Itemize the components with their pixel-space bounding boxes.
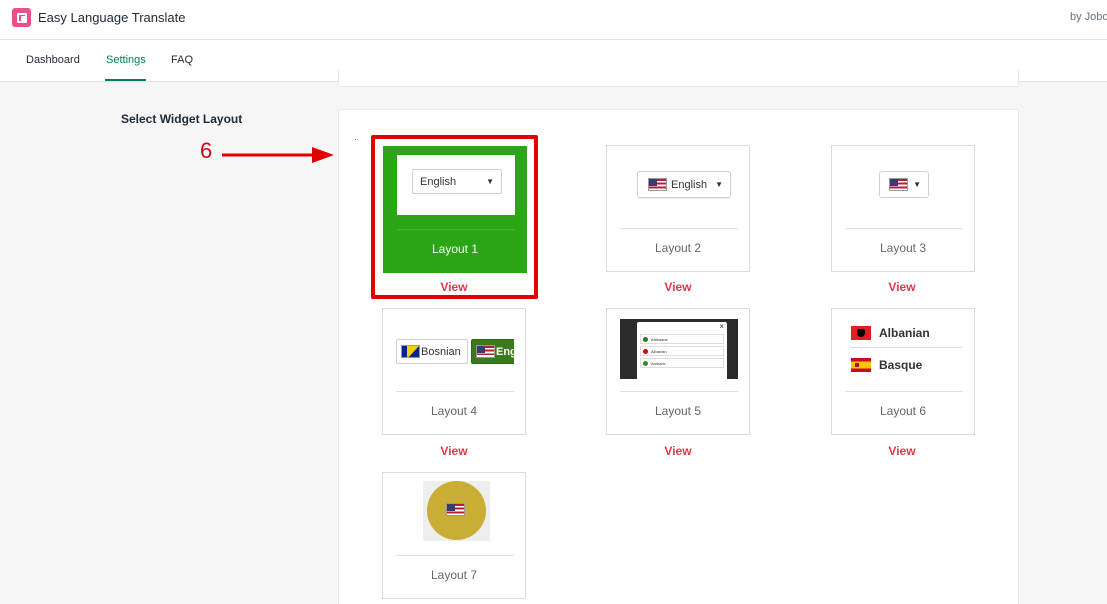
- layout-5-row: Amharic: [640, 358, 724, 368]
- layout-6-view-link[interactable]: View: [830, 444, 974, 458]
- tile-divider: [396, 555, 514, 556]
- layout-4-active-language-button: English: [471, 339, 514, 364]
- layout-4-view-link[interactable]: View: [382, 444, 526, 458]
- layout-2-dropdown: English ▼: [637, 171, 731, 198]
- radio-marker: [355, 139, 356, 140]
- layout-3-caption: Layout 3: [879, 241, 927, 255]
- layout-6-separator: [850, 347, 963, 348]
- layout-7-caption: Layout 7: [430, 568, 478, 582]
- app-logo-icon: [12, 8, 31, 27]
- developer-credit: by Jobo: [1070, 11, 1107, 23]
- layout-6-item-text: Albanian: [879, 326, 930, 340]
- layout-6-caption: Layout 6: [879, 404, 927, 418]
- caret-down-icon: ▼: [913, 180, 921, 189]
- layout-6-preview: Albanian Basque: [845, 317, 963, 389]
- layout-5-view-link[interactable]: View: [606, 444, 750, 458]
- caret-down-icon: ▼: [715, 180, 723, 189]
- layout-tile-2[interactable]: English ▼ Layout 2: [606, 145, 750, 272]
- annotation-number: 6: [200, 138, 213, 163]
- tile-divider: [620, 391, 738, 392]
- layout-5-row: Albanian: [640, 346, 724, 356]
- section-label: Select Widget Layout: [121, 112, 243, 126]
- layout-4-active-button-text: English: [496, 346, 514, 358]
- flag-dot-icon: [643, 337, 648, 342]
- layout-5-row-text: Amharic: [651, 361, 666, 366]
- us-flag-icon: [446, 503, 465, 516]
- layout-4-caption: Layout 4: [430, 404, 478, 418]
- layout-7-floating-button: [427, 481, 486, 540]
- albania-flag-icon: [851, 326, 871, 340]
- layout-5-row: Afrikaans: [640, 334, 724, 344]
- layout-5-modal: × Afrikaans Albanian Amharic: [637, 322, 727, 380]
- us-flag-icon: [889, 178, 908, 191]
- active-tab-indicator: [105, 79, 146, 81]
- layout-2-caption: Layout 2: [654, 241, 702, 255]
- bosnia-flag-icon: [401, 345, 420, 358]
- top-bar: Easy Language Translate by Jobo: [0, 0, 1107, 40]
- layout-2-view-link[interactable]: View: [606, 280, 750, 294]
- layout-2-dropdown-text: English: [671, 179, 708, 191]
- layout-tile-7[interactable]: Layout 7: [382, 472, 526, 599]
- tile-divider: [845, 228, 963, 229]
- flag-dot-icon: [643, 349, 648, 354]
- tile-divider: [396, 391, 514, 392]
- flag-dot-icon: [643, 361, 648, 366]
- tile-divider: [845, 391, 963, 392]
- layout-4-button-text: Bosnian: [421, 346, 461, 358]
- layout-4-language-button: Bosnian: [396, 339, 468, 364]
- layout-3-preview: ▼: [845, 154, 963, 226]
- layout-3-view-link[interactable]: View: [830, 280, 974, 294]
- layout-1-view-link[interactable]: View: [382, 280, 526, 294]
- tab-faq[interactable]: FAQ: [171, 54, 193, 66]
- spain-flag-icon: [851, 358, 871, 372]
- app-title: Easy Language Translate: [38, 10, 186, 25]
- previous-settings-card: [338, 70, 1019, 87]
- layout-5-row-text: Afrikaans: [651, 337, 668, 342]
- layout-tile-6[interactable]: Albanian Basque Layout 6: [831, 308, 975, 435]
- layout-3-dropdown: ▼: [879, 171, 929, 198]
- tile-divider: [620, 228, 738, 229]
- layout-5-preview: × Afrikaans Albanian Amharic: [620, 317, 738, 389]
- layout-tile-5[interactable]: × Afrikaans Albanian Amharic Layout 5: [606, 308, 750, 435]
- tab-dashboard[interactable]: Dashboard: [26, 54, 80, 66]
- layout-7-preview: [396, 481, 514, 553]
- layout-5-caption: Layout 5: [654, 404, 702, 418]
- layout-tile-3[interactable]: ▼ Layout 3: [831, 145, 975, 272]
- layout-5-row-text: Albanian: [651, 349, 667, 354]
- us-flag-icon: [476, 345, 495, 358]
- annotation-arrow-icon: [222, 147, 334, 163]
- us-flag-icon: [648, 178, 667, 191]
- layout-2-preview: English ▼: [620, 154, 738, 226]
- tab-settings[interactable]: Settings: [106, 54, 146, 66]
- annotation-highlight-box: [371, 135, 538, 299]
- close-icon: ×: [719, 322, 724, 331]
- layout-4-preview: Bosnian English: [396, 317, 514, 389]
- layout-6-item-text: Basque: [879, 358, 923, 372]
- layout-tile-4[interactable]: Bosnian English Layout 4: [382, 308, 526, 435]
